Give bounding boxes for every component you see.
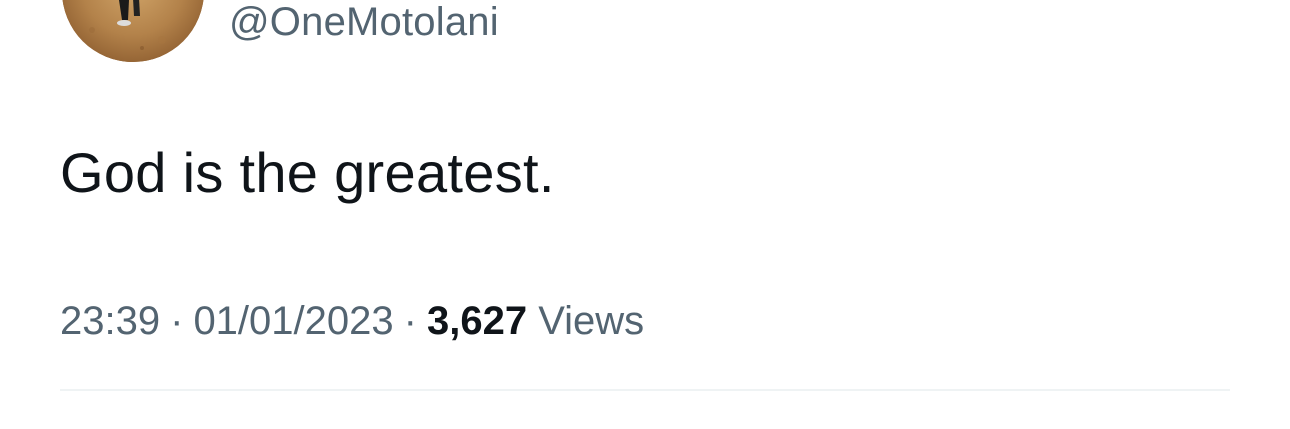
- views-label[interactable]: Views: [538, 299, 644, 343]
- tweet-time[interactable]: 23:39: [60, 299, 160, 343]
- meta-separator: ·: [170, 299, 184, 343]
- divider: [60, 389, 1230, 391]
- author-handle[interactable]: @OneMotolani: [229, 0, 499, 46]
- views-count[interactable]: 3,627: [427, 299, 527, 343]
- tweet-text: God is the greatest.: [60, 141, 555, 204]
- profile-photo-icon: [62, 0, 204, 62]
- tweet-date[interactable]: 01/01/2023: [193, 299, 393, 343]
- tweet-meta: 23:39 · 01/01/2023 · 3,627 Views: [60, 295, 644, 347]
- meta-separator: ·: [403, 299, 417, 343]
- avatar[interactable]: [62, 0, 204, 62]
